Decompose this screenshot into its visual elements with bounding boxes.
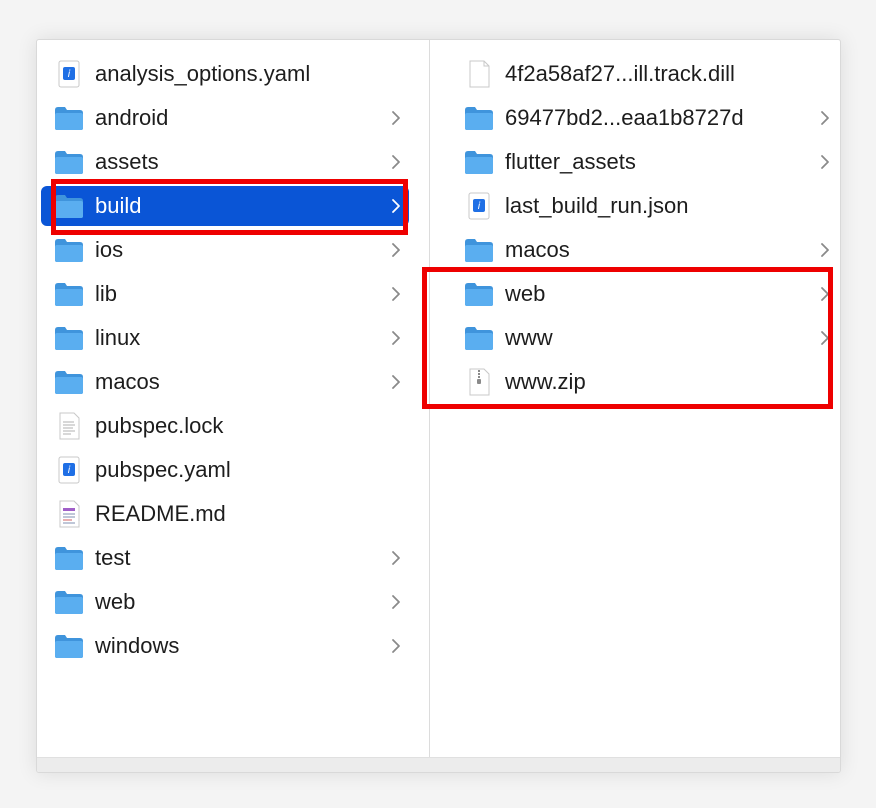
folder-build-selected[interactable]: build — [41, 186, 409, 226]
folder-label: macos — [505, 237, 570, 262]
yaml-file-icon: i — [58, 456, 80, 484]
json-file-icon: i — [468, 192, 490, 220]
folder-assets[interactable]: assets — [41, 142, 409, 182]
folder-label: web — [95, 589, 136, 614]
finder-window: i analysis_options.yaml android assets b… — [36, 39, 841, 773]
file-track-dill[interactable]: 4f2a58af27...ill.track.dill — [430, 54, 820, 94]
file-label: www.zip — [505, 369, 586, 394]
folder-label: www — [505, 325, 553, 350]
file-label: pubspec.lock — [95, 413, 224, 438]
chevron-right-icon — [392, 375, 400, 389]
blank-document-icon — [469, 60, 490, 88]
folder-lib[interactable]: lib — [41, 274, 409, 314]
chevron-right-icon — [392, 331, 400, 345]
chevron-right-icon — [392, 155, 400, 169]
svg-text:i: i — [478, 201, 481, 212]
folder-icon — [55, 151, 83, 174]
zip-archive-icon — [469, 368, 490, 396]
folder-icon — [55, 371, 83, 394]
folder-label: android — [95, 105, 169, 130]
folder-label: windows — [95, 633, 180, 658]
chevron-right-icon — [392, 111, 400, 125]
file-pubspec-yaml[interactable]: i pubspec.yaml — [41, 450, 409, 490]
file-last-build-run-json[interactable]: i last_build_run.json — [430, 186, 820, 226]
file-label: analysis_options.yaml — [95, 61, 311, 86]
folder-label: web — [505, 281, 546, 306]
column-right: 4f2a58af27...ill.track.dill 69477bd2...e… — [430, 40, 840, 757]
file-label: README.md — [95, 501, 226, 526]
folder-label: test — [95, 545, 131, 570]
chevron-right-icon — [821, 111, 829, 125]
column-left: i analysis_options.yaml android assets b… — [37, 40, 430, 757]
text-document-icon — [59, 412, 80, 440]
folder-icon — [55, 239, 83, 262]
folder-windows[interactable]: windows — [41, 626, 409, 666]
folder-macos[interactable]: macos — [41, 362, 409, 402]
folder-icon — [465, 327, 493, 350]
folder-icon — [55, 635, 83, 658]
file-label: 4f2a58af27...ill.track.dill — [505, 61, 735, 86]
folder-label: macos — [95, 369, 160, 394]
chevron-right-icon — [392, 595, 400, 609]
folder-icon — [55, 107, 83, 130]
file-analysis-options-yaml[interactable]: i analysis_options.yaml — [41, 54, 409, 94]
folder-label: build — [95, 193, 142, 218]
chevron-right-icon — [392, 551, 400, 565]
folder-www[interactable]: www — [430, 318, 829, 358]
chevron-right-icon — [392, 639, 400, 653]
folder-icon — [55, 327, 83, 350]
svg-text:i: i — [68, 69, 71, 80]
folder-label: 69477bd2...eaa1b8727d — [505, 105, 744, 130]
folder-macos[interactable]: macos — [430, 230, 829, 270]
chevron-right-icon — [392, 199, 400, 213]
folder-icon — [55, 591, 83, 614]
folder-label: lib — [95, 281, 118, 306]
yaml-file-icon: i — [58, 60, 80, 88]
folder-linux[interactable]: linux — [41, 318, 409, 358]
window-bottom-bar — [37, 757, 840, 772]
folder-icon — [465, 239, 493, 262]
folder-icon — [465, 107, 493, 130]
folder-label: flutter_assets — [505, 149, 636, 174]
chevron-right-icon — [821, 287, 829, 301]
folder-flutter-assets[interactable]: flutter_assets — [430, 142, 829, 182]
folder-icon — [55, 195, 83, 218]
folder-web[interactable]: web — [41, 582, 409, 622]
folder-icon — [465, 151, 493, 174]
svg-text:i: i — [68, 465, 71, 476]
chevron-right-icon — [821, 331, 829, 345]
folder-label: ios — [95, 237, 124, 262]
folder-android[interactable]: android — [41, 98, 409, 138]
markdown-file-icon — [59, 500, 80, 528]
chevron-right-icon — [821, 155, 829, 169]
folder-icon — [55, 283, 83, 306]
chevron-right-icon — [392, 287, 400, 301]
folder-hash[interactable]: 69477bd2...eaa1b8727d — [430, 98, 829, 138]
folder-ios[interactable]: ios — [41, 230, 409, 270]
folder-test[interactable]: test — [41, 538, 409, 578]
folder-icon — [465, 283, 493, 306]
file-label: last_build_run.json — [505, 193, 689, 218]
file-label: pubspec.yaml — [95, 457, 231, 482]
file-www-zip[interactable]: www.zip — [430, 362, 820, 402]
folder-icon — [55, 547, 83, 570]
folder-label: linux — [95, 325, 141, 350]
folder-web[interactable]: web — [430, 274, 829, 314]
file-readme-md[interactable]: README.md — [41, 494, 409, 534]
folder-label: assets — [95, 149, 159, 174]
chevron-right-icon — [392, 243, 400, 257]
file-pubspec-lock[interactable]: pubspec.lock — [41, 406, 409, 446]
chevron-right-icon — [821, 243, 829, 257]
